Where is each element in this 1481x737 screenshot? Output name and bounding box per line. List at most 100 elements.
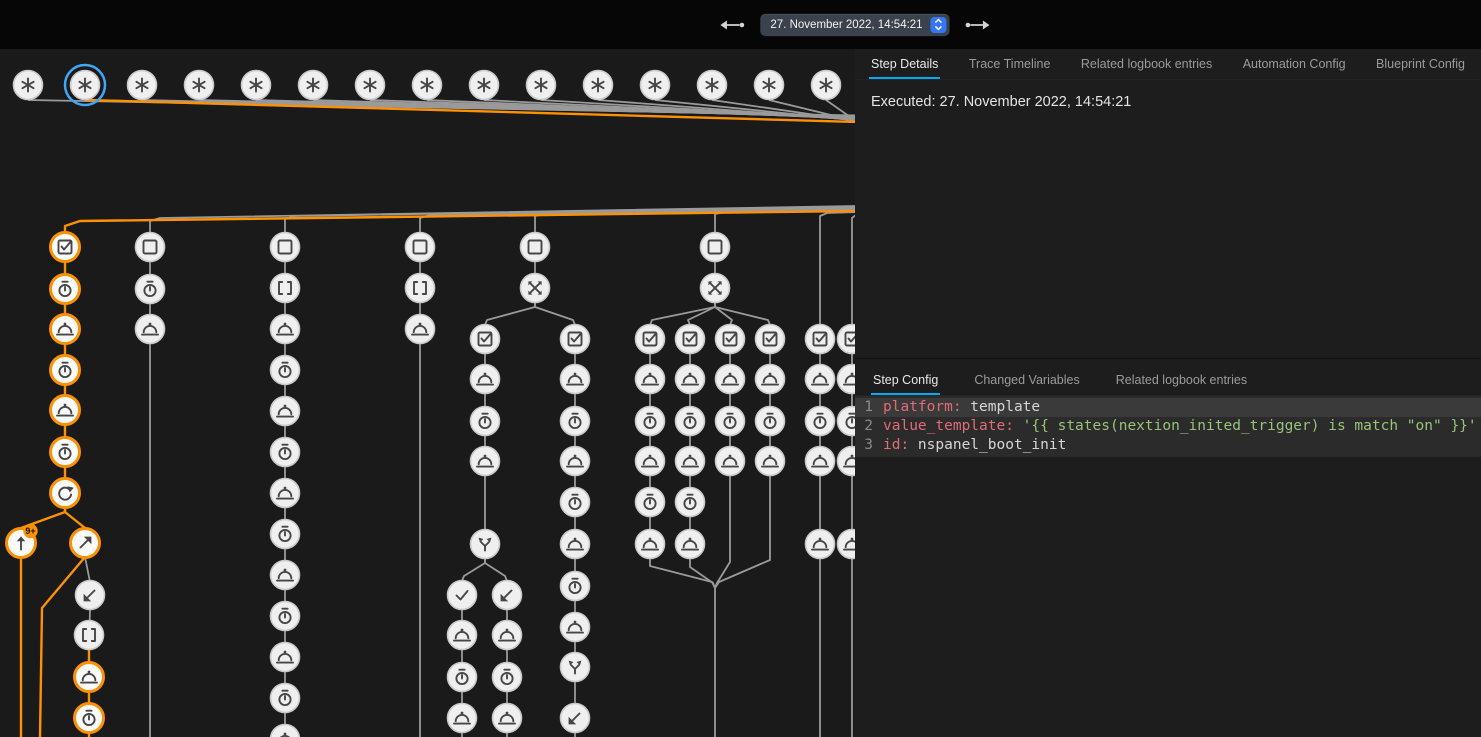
delay-node[interactable] (676, 488, 705, 517)
condition-node[interactable] (676, 325, 705, 354)
delay-node[interactable] (271, 438, 300, 467)
trigger-node[interactable] (65, 65, 105, 105)
tab-step-config[interactable]: Step Config (855, 373, 956, 395)
service-node[interactable] (561, 530, 590, 559)
delay-node[interactable] (51, 275, 80, 304)
choose-node[interactable] (521, 274, 550, 303)
tab-blueprint-config[interactable]: Blueprint Config (1374, 57, 1467, 79)
delay-node[interactable] (561, 572, 590, 601)
condition-node[interactable] (716, 325, 745, 354)
delay-node[interactable] (471, 407, 500, 436)
condition-node[interactable] (471, 325, 500, 354)
service-node[interactable] (271, 479, 300, 508)
service-node[interactable] (838, 365, 856, 394)
service-node[interactable] (838, 447, 856, 476)
arrow-bottom-left-node[interactable] (561, 704, 590, 733)
service-node[interactable] (136, 315, 165, 344)
service-node[interactable] (806, 365, 835, 394)
check-node[interactable] (448, 581, 477, 610)
tab-step-details[interactable]: Step Details (869, 57, 940, 79)
service-node[interactable] (448, 704, 477, 733)
service-node[interactable] (636, 530, 665, 559)
delay-node[interactable] (561, 407, 590, 436)
service-node[interactable] (806, 530, 835, 559)
trigger-node[interactable] (584, 71, 613, 100)
service-node[interactable] (471, 365, 500, 394)
trigger-node[interactable] (755, 71, 784, 100)
arrow-bottom-left-node[interactable] (76, 581, 105, 610)
service-node[interactable] (676, 530, 705, 559)
trigger-node[interactable] (812, 71, 841, 100)
condition-node[interactable] (838, 325, 856, 354)
service-node[interactable] (51, 396, 80, 425)
condition-node[interactable] (756, 325, 785, 354)
condition-blank-node[interactable] (271, 233, 300, 262)
trigger-node[interactable] (242, 71, 271, 100)
tab-related-logbook-entries[interactable]: Related logbook entries (1098, 373, 1265, 395)
service-node[interactable] (271, 315, 300, 344)
trigger-node[interactable] (413, 71, 442, 100)
trigger-node[interactable] (470, 71, 499, 100)
delay-node[interactable] (271, 520, 300, 549)
service-node[interactable] (676, 365, 705, 394)
arrow-up-node[interactable]: 9+ (7, 524, 38, 558)
tab-trace-timeline[interactable]: Trace Timeline (967, 57, 1053, 79)
delay-node[interactable] (493, 663, 522, 692)
service-node[interactable] (448, 621, 477, 650)
delay-node[interactable] (51, 438, 80, 467)
trigger-node[interactable] (299, 71, 328, 100)
arrow-top-right-node[interactable] (71, 529, 100, 558)
arrow-bottom-left-node[interactable] (493, 581, 522, 610)
service-node[interactable] (756, 365, 785, 394)
trigger-node[interactable] (128, 71, 157, 100)
delay-node[interactable] (271, 684, 300, 713)
tab-automation-config[interactable]: Automation Config (1241, 57, 1348, 79)
condition-blank-node[interactable] (701, 233, 730, 262)
previous-trace-button[interactable] (716, 15, 746, 35)
service-node[interactable] (756, 447, 785, 476)
delay-node[interactable] (806, 407, 835, 436)
tab-changed-variables[interactable]: Changed Variables (956, 373, 1097, 395)
delay-node[interactable] (561, 488, 590, 517)
service-node[interactable] (471, 447, 500, 476)
service-node[interactable] (838, 530, 856, 559)
condition-blank-node[interactable] (521, 233, 550, 262)
delay-node[interactable] (636, 488, 665, 517)
next-trace-button[interactable] (964, 15, 994, 35)
trigger-node[interactable] (185, 71, 214, 100)
service-node[interactable] (271, 397, 300, 426)
trace-picker-select[interactable]: 27. November 2022, 14:54:21 (760, 14, 949, 36)
service-node[interactable] (51, 315, 80, 344)
trigger-node[interactable] (527, 71, 556, 100)
service-node[interactable] (636, 447, 665, 476)
service-node[interactable] (806, 447, 835, 476)
trigger-node[interactable] (698, 71, 727, 100)
service-node[interactable] (716, 365, 745, 394)
service-node[interactable] (716, 447, 745, 476)
delay-node[interactable] (271, 602, 300, 631)
service-node[interactable] (271, 561, 300, 590)
delay-node[interactable] (716, 407, 745, 436)
condition-blank-node[interactable] (406, 233, 435, 262)
condition-node[interactable] (636, 325, 665, 354)
trigger-node[interactable] (14, 71, 43, 100)
service-node[interactable] (636, 365, 665, 394)
tab-related-logbook-entries[interactable]: Related logbook entries (1079, 57, 1214, 79)
service-node[interactable] (493, 704, 522, 733)
service-node[interactable] (75, 663, 104, 692)
branch-node[interactable] (471, 530, 500, 559)
choose-node[interactable] (701, 274, 730, 303)
delay-node[interactable] (51, 356, 80, 385)
delay-node[interactable] (636, 407, 665, 436)
trigger-node[interactable] (356, 71, 385, 100)
condition-node[interactable] (806, 325, 835, 354)
delay-node[interactable] (271, 356, 300, 385)
brackets-node[interactable] (75, 621, 104, 650)
service-node[interactable] (271, 725, 300, 737)
repeat-node[interactable] (51, 479, 80, 508)
delay-node[interactable] (676, 407, 705, 436)
delay-node[interactable] (838, 407, 856, 436)
delay-node[interactable] (448, 663, 477, 692)
delay-node[interactable] (75, 704, 104, 733)
condition-blank-node[interactable] (136, 233, 165, 262)
